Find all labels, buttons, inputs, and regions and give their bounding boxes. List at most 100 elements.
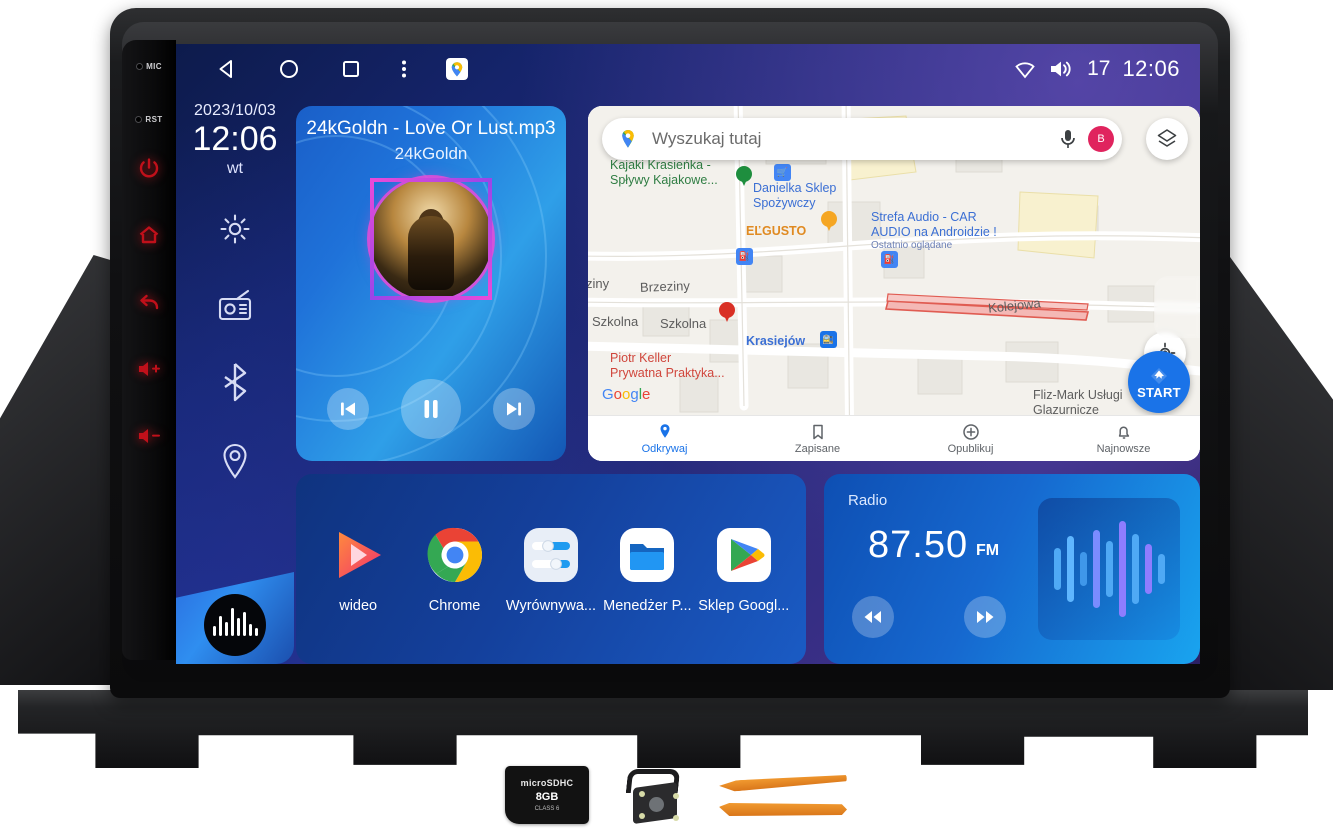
circle-home-icon	[280, 60, 298, 78]
nav-home[interactable]	[276, 56, 302, 82]
audio-visualizer-badge[interactable]	[176, 572, 294, 664]
dock-settings[interactable]	[214, 208, 256, 255]
volume-up-button[interactable]	[127, 337, 171, 401]
floating-knob-overlay[interactable]	[1154, 276, 1200, 338]
home-button[interactable]	[127, 203, 171, 267]
map-label-danielka: Danielka Sklep Spożywczy	[753, 181, 837, 210]
map-search-input[interactable]: Wyszukaj tutaj	[652, 129, 1058, 149]
app-shortcuts-row: wideo Chrome Wyrównywa... Menedżer P... …	[296, 474, 806, 664]
pause-icon	[424, 400, 438, 418]
app-wideo[interactable]: wideo	[312, 524, 404, 614]
map-start-navigation-button[interactable]: START	[1128, 351, 1190, 413]
app-menedzer-plikow[interactable]: Menedżer P...	[601, 524, 693, 614]
map-pin-kajaki[interactable]	[736, 166, 752, 188]
status-indicators: 17 12:06	[1013, 56, 1180, 82]
map-bottom-navigation: Odkrywaj Zapisane Opublikuj Najnowsze	[588, 415, 1200, 461]
navigation-arrow-icon	[1151, 367, 1167, 384]
microsd-capacity: 8GB	[535, 791, 559, 803]
audio-waveform-icon	[204, 594, 266, 656]
power-button[interactable]	[127, 136, 171, 200]
mic-label: MIC	[146, 61, 162, 71]
reset-hole: RST	[135, 105, 162, 133]
camera-led	[639, 813, 645, 819]
back-button[interactable]	[127, 270, 171, 334]
music-next-button[interactable]	[493, 388, 535, 430]
reset-pinhole-icon	[135, 115, 143, 123]
chrome-icon	[424, 524, 486, 586]
map-nav-label: Odkrywaj	[641, 442, 688, 455]
nav-recents[interactable]	[338, 56, 364, 82]
map-layers-button[interactable]	[1146, 118, 1188, 160]
dock-date: 2023/10/03	[193, 102, 277, 119]
app-label: Sklep Googl...	[698, 598, 790, 614]
map-nav-najnowsze[interactable]: Najnowsze	[1047, 423, 1200, 455]
map-start-label: START	[1137, 384, 1181, 400]
map-pin-shop[interactable]: 🛒	[774, 164, 791, 181]
music-player-widget[interactable]: 24kGoldn - Love Or Lust.mp3 24kGoldn	[296, 106, 566, 461]
map-nav-label: Zapisane	[794, 442, 841, 455]
avatar[interactable]: B	[1088, 126, 1114, 152]
map-pin-elgusto[interactable]	[821, 211, 837, 233]
map-street-szkolna-2: Szkolna	[660, 316, 707, 331]
map-layers-icon	[1157, 129, 1177, 147]
map-label-fliz-mark: Fliz-Mark Usługi Glazurnicze	[1033, 388, 1123, 417]
app-wyrownywacz[interactable]: Wyrównywa...	[505, 524, 597, 614]
power-icon	[139, 158, 159, 178]
radio-previous-button[interactable]	[852, 596, 894, 638]
google-watermark: Google	[602, 386, 651, 403]
bell-icon	[1118, 426, 1129, 439]
bookmark-icon	[812, 424, 823, 439]
album-art	[370, 178, 492, 300]
dock-navigation[interactable]	[215, 439, 255, 488]
android-status-bar: 17 12:06	[176, 44, 1200, 94]
map-label-kajaki: Kajaki Krasieńka - Spływy Kajakowe...	[610, 158, 718, 187]
touchscreen-display[interactable]: 17 12:06 2023/10/03 12:06 wt 24kGoldn - …	[176, 44, 1200, 664]
file-manager-folder-icon	[616, 524, 678, 586]
map-label-piotr-keller: Piotr Keller Prywatna Praktyka...	[610, 351, 725, 380]
mic-hole: MIC	[136, 52, 162, 80]
map-nav-opublikuj[interactable]: Opublikuj	[894, 423, 1047, 455]
map-pin-piotr-keller[interactable]	[719, 302, 735, 324]
map-label-krasiejow: Krasiejów	[746, 334, 806, 348]
gear-icon	[220, 214, 250, 244]
map-pin-blue-b[interactable]: ⛽	[881, 251, 898, 268]
map-pin-blue-a[interactable]: ⛽	[736, 248, 753, 265]
equalizer-icon	[520, 524, 582, 586]
radio-icon	[218, 290, 252, 321]
nav-back[interactable]	[214, 56, 240, 82]
album-art-figure-body	[408, 216, 454, 291]
volume-up-icon	[139, 362, 160, 376]
app-chrome[interactable]: Chrome	[409, 524, 501, 614]
dock-radio[interactable]	[213, 285, 257, 330]
music-previous-button[interactable]	[327, 388, 369, 430]
radio-title: Radio	[848, 492, 888, 509]
google-maps-widget[interactable]: 🛒 ⛽ ⛽ 🚉 Kajaki Krasieńka - Spływy Kajakow…	[588, 106, 1200, 461]
microphone-icon[interactable]	[1058, 128, 1078, 150]
radio-next-button[interactable]	[964, 596, 1006, 638]
map-nav-label: Najnowsze	[1096, 442, 1151, 455]
map-pin-krasiejow-station[interactable]: 🚉	[820, 331, 837, 348]
pry-tool-lower	[719, 803, 847, 816]
map-nav-odkrywaj[interactable]: Odkrywaj	[588, 423, 741, 455]
app-shortcuts-widget: wideo Chrome Wyrównywa... Menedżer P... …	[296, 474, 806, 664]
location-pin-icon	[223, 444, 247, 479]
nav-maps-shortcut[interactable]	[444, 56, 470, 82]
volume-down-button[interactable]	[127, 404, 171, 468]
fast-forward-icon	[977, 611, 994, 623]
nav-overflow[interactable]	[400, 56, 408, 82]
plus-circle-icon	[962, 423, 979, 440]
camera-lens	[649, 797, 664, 812]
skip-next-icon	[507, 402, 521, 416]
dock-weekday: wt	[227, 160, 243, 178]
left-dock: 2023/10/03 12:06 wt	[176, 94, 294, 664]
map-nav-zapisane[interactable]: Zapisane	[741, 423, 894, 455]
dock-bluetooth[interactable]	[218, 360, 252, 409]
mic-pinhole-icon	[136, 62, 144, 70]
square-recents-icon	[343, 61, 359, 77]
map-search-bar[interactable]: Wyszukaj tutaj B	[602, 118, 1122, 160]
app-sklep-google-play[interactable]: Sklep Googl...	[698, 524, 790, 614]
map-street-brzeziny: Brzeziny	[639, 278, 691, 295]
radio-widget[interactable]: Radio 87.50 FM	[824, 474, 1200, 664]
music-pause-button[interactable]	[401, 379, 461, 439]
google-maps-pin-icon	[622, 129, 634, 148]
